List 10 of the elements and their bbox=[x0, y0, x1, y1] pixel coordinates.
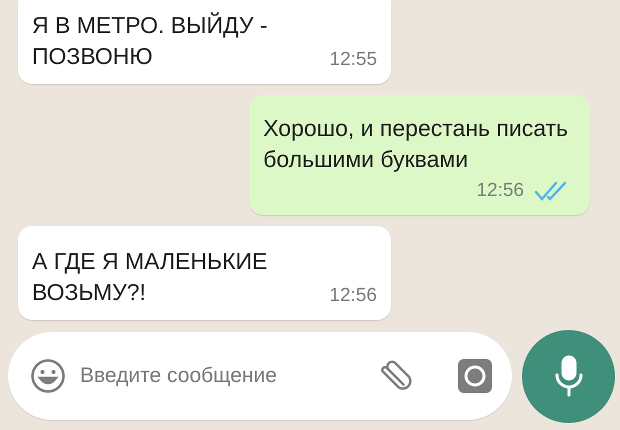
message-text: А ГДЕ Я МАЛЕНЬКИЕ ВОЗЬМУ?! bbox=[32, 247, 268, 307]
camera-icon[interactable] bbox=[458, 359, 492, 393]
message-text: Хорошо, и перестань писать большими буквами bbox=[263, 114, 568, 174]
message-time: 12:56 bbox=[329, 284, 377, 308]
message-input[interactable]: Введите сообщение bbox=[78, 363, 366, 389]
message-time: 12:56 bbox=[476, 179, 524, 203]
message-text: Я В МЕТРО. ВЫЙДУ - ПОЗВОНЮ bbox=[32, 11, 268, 71]
microphone-icon bbox=[554, 355, 584, 397]
message-time: 12:55 bbox=[330, 48, 378, 72]
emoji-icon[interactable] bbox=[30, 358, 66, 394]
